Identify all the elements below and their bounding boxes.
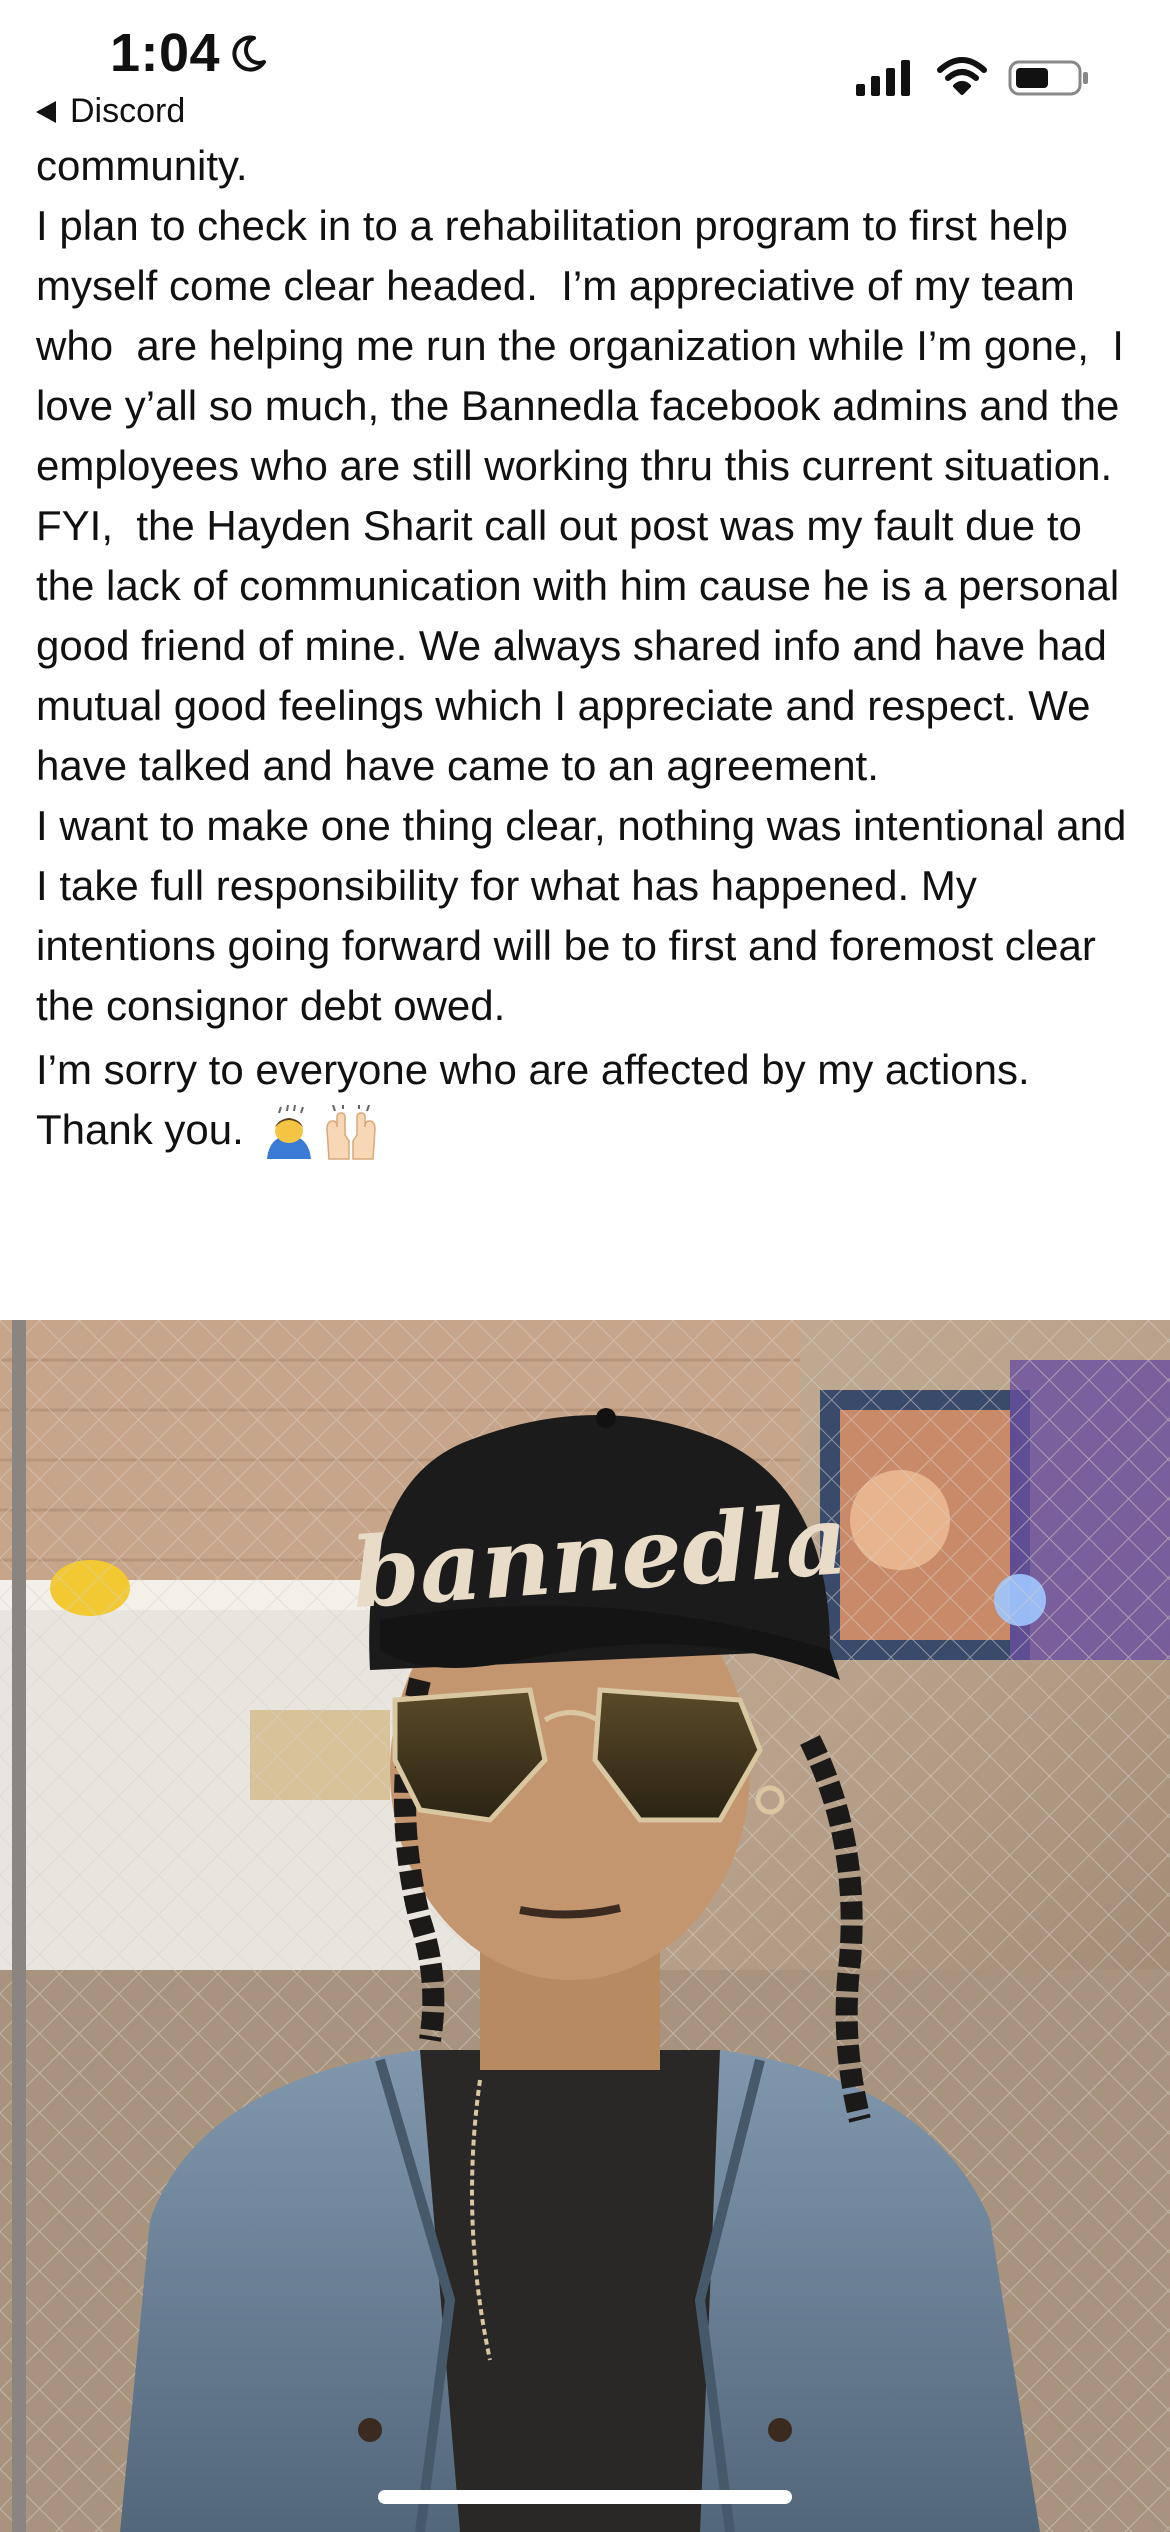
post-paragraph: I want to make one thing clear, nothing … xyxy=(36,802,1139,1029)
home-indicator[interactable] xyxy=(378,2490,792,2504)
raising-hands-emoji-icon xyxy=(326,1104,377,1160)
back-label: Discord xyxy=(70,92,186,130)
post-paragraph: community. xyxy=(36,142,248,189)
post-paragraph: I plan to check in to a rehabilitation p… xyxy=(36,202,1136,489)
status-bar: 1:04 Discord xyxy=(0,0,1170,140)
battery-icon xyxy=(1008,60,1088,96)
back-arrow-icon xyxy=(36,100,56,123)
post-closing-paragraph: I’m sorry to everyone who are affected b… xyxy=(36,1040,1146,1161)
post-paragraph: FYI, the Hayden Sharit call out post was… xyxy=(36,502,1131,789)
status-time: 1:04 xyxy=(110,23,221,83)
person-bowing-emoji-icon xyxy=(267,1104,312,1159)
post-body: community. I plan to check in to a rehab… xyxy=(36,136,1146,1161)
back-to-discord-button[interactable]: Discord xyxy=(36,92,185,131)
photo-illustration: bannedla xyxy=(0,1320,1170,2532)
cellular-signal-icon xyxy=(856,60,910,96)
wifi-icon xyxy=(937,57,987,95)
post-photo[interactable]: bannedla xyxy=(0,1320,1170,2532)
post-closing-text: I’m sorry to everyone who are affected b… xyxy=(36,1046,1041,1153)
moon-icon xyxy=(232,35,266,72)
